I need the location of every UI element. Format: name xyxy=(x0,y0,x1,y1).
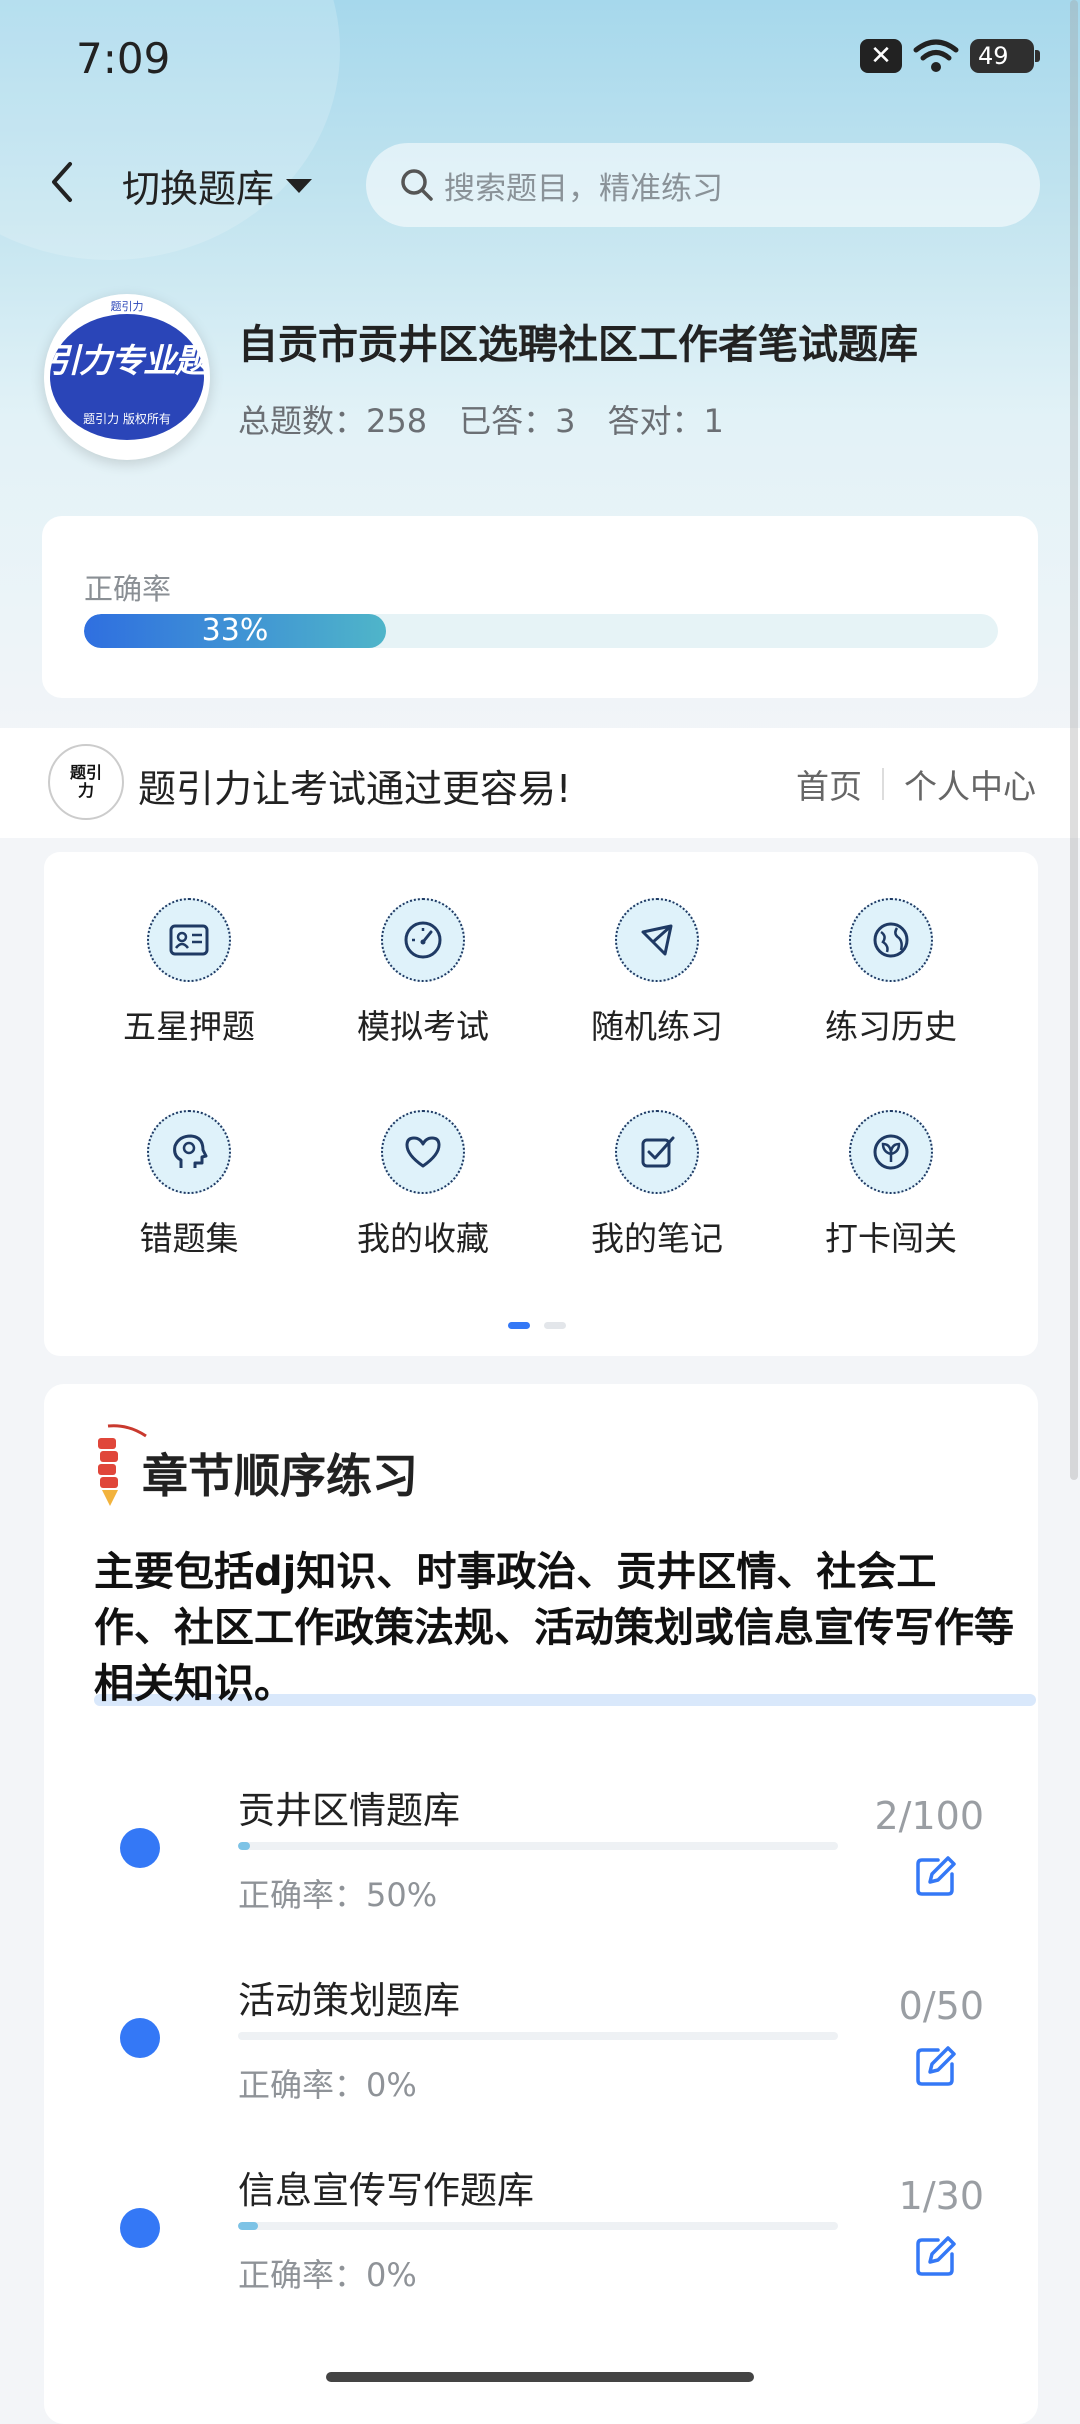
chapter-description: 主要包括dj知识、时事政治、贡井区情、社会工作、社区工作政策法规、活动策划或信息… xyxy=(94,1549,1014,1707)
leaf-icon xyxy=(849,1110,933,1194)
promo-slogan: 题引力让考试通过更容易! xyxy=(138,767,572,811)
search-placeholder: 搜索题目，精准练习 xyxy=(444,170,723,207)
menu-mock-exam[interactable]: 模拟考试 xyxy=(338,898,508,1048)
menu-label: 五星押题 xyxy=(123,1007,255,1046)
edit-icon[interactable] xyxy=(914,2234,958,2278)
status-time: 7:09 xyxy=(76,34,171,83)
chapter-progress-bar xyxy=(238,1842,838,1850)
search-input[interactable]: 搜索题目，精准练习 xyxy=(366,143,1040,227)
back-arrow-icon[interactable] xyxy=(46,158,76,206)
id-card-icon xyxy=(147,898,231,982)
heart-icon xyxy=(381,1110,465,1194)
wifi-icon xyxy=(913,39,959,72)
menu-my-notes[interactable]: 我的笔记 xyxy=(572,1110,742,1260)
network-icon xyxy=(615,898,699,982)
caret-down-icon xyxy=(286,178,313,193)
status-icons: ✕ 49 xyxy=(860,38,1040,74)
gauge-icon xyxy=(381,898,465,982)
chapter-count: 0/50 xyxy=(898,1984,984,2028)
home-link[interactable]: 首页 xyxy=(796,760,862,808)
chapter-row[interactable]: 贡井区情题库 正确率：50% 2/100 xyxy=(0,1780,1080,1940)
switch-bank-label: 切换题库 xyxy=(122,167,275,211)
chapter-title: 章节顺序练习 xyxy=(142,1449,418,1503)
menu-label: 打卡闯关 xyxy=(825,1219,957,1258)
edit-icon[interactable] xyxy=(914,2044,958,2088)
menu-random-practice[interactable]: 随机练习 xyxy=(572,898,742,1048)
chapter-progress-fill xyxy=(238,2222,258,2230)
menu-label: 我的笔记 xyxy=(591,1219,723,1258)
chapter-accuracy: 正确率：0% xyxy=(238,2256,417,2294)
feature-menu: 五星押题 模拟考试 随机练习 练习历史 错题集 我的收藏 我的笔记 打卡闯关 xyxy=(44,852,1038,1356)
chapter-name: 信息宣传写作题库 xyxy=(238,2169,534,2212)
menu-favorites[interactable]: 我的收藏 xyxy=(338,1110,508,1260)
search-icon xyxy=(401,169,433,201)
chapter-count: 1/30 xyxy=(898,2174,984,2218)
bullet-dot xyxy=(120,1828,160,1868)
page-indicator xyxy=(508,1322,566,1329)
correct-count: 答对：1 xyxy=(607,402,724,440)
chapter-row[interactable]: 信息宣传写作题库 正确率：0% 1/30 xyxy=(0,2160,1080,2320)
chapter-name: 贡井区情题库 xyxy=(238,1789,460,1832)
accuracy-progress-bar: 33% xyxy=(84,614,998,648)
menu-practice-history[interactable]: 练习历史 xyxy=(806,898,976,1048)
menu-label: 练习历史 xyxy=(825,1007,957,1046)
firecracker-icon xyxy=(98,1424,147,1506)
battery-level: 49 xyxy=(978,42,1009,70)
chapter-row[interactable]: 活动策划题库 正确率：0% 0/50 xyxy=(0,1970,1080,2130)
bank-stats: 总题数：258 已答：3 答对：1 xyxy=(238,396,724,442)
bank-title: 自贡市贡井区选聘社区工作者笔试题库 xyxy=(238,322,918,368)
switch-bank-dropdown[interactable]: 切换题库 xyxy=(122,158,313,213)
menu-wrong-questions[interactable]: 错题集 xyxy=(104,1110,274,1260)
edit-icon[interactable] xyxy=(914,1854,958,1898)
promo-links: 首页 个人中心 xyxy=(796,760,1036,808)
menu-label: 错题集 xyxy=(139,1219,239,1258)
chapter-accuracy: 正确率：0% xyxy=(238,2066,417,2104)
page-dot xyxy=(544,1322,566,1329)
notification-mute-icon: ✕ xyxy=(860,39,902,73)
battery-icon: 49 xyxy=(970,39,1040,73)
menu-label: 我的收藏 xyxy=(357,1219,489,1258)
chapter-progress-fill xyxy=(238,1842,250,1850)
chapter-name: 活动策划题库 xyxy=(238,1979,460,2022)
profile-link[interactable]: 个人中心 xyxy=(904,760,1036,808)
bank-logo: 题引力 引力专业题 题引力 版权所有 xyxy=(44,294,210,460)
scrollbar[interactable] xyxy=(1070,0,1078,1480)
chapter-accuracy: 正确率：50% xyxy=(238,1876,438,1914)
page-dot-active xyxy=(508,1322,530,1329)
menu-label: 随机练习 xyxy=(591,1007,723,1046)
menu-check-in[interactable]: 打卡闯关 xyxy=(806,1110,976,1260)
bullet-dot xyxy=(120,2018,160,2058)
total-count: 总题数：258 xyxy=(238,402,428,440)
promo-logo: 题引力 xyxy=(48,744,124,820)
chapter-progress-bar xyxy=(238,2032,838,2040)
accuracy-value: 33% xyxy=(201,614,269,648)
globe-icon xyxy=(849,898,933,982)
chapter-progress-bar xyxy=(238,2222,838,2230)
menu-label: 模拟考试 xyxy=(357,1007,489,1046)
check-note-icon xyxy=(615,1110,699,1194)
chapter-count: 2/100 xyxy=(874,1794,984,1838)
home-indicator[interactable] xyxy=(326,2372,754,2382)
accuracy-progress-fill: 33% xyxy=(84,614,386,648)
answered-count: 已答：3 xyxy=(459,402,576,440)
head-icon xyxy=(147,1110,231,1194)
accuracy-card xyxy=(42,516,1038,698)
menu-five-star[interactable]: 五星押题 xyxy=(104,898,274,1048)
bullet-dot xyxy=(120,2208,160,2248)
accuracy-label: 正确率 xyxy=(84,572,172,606)
